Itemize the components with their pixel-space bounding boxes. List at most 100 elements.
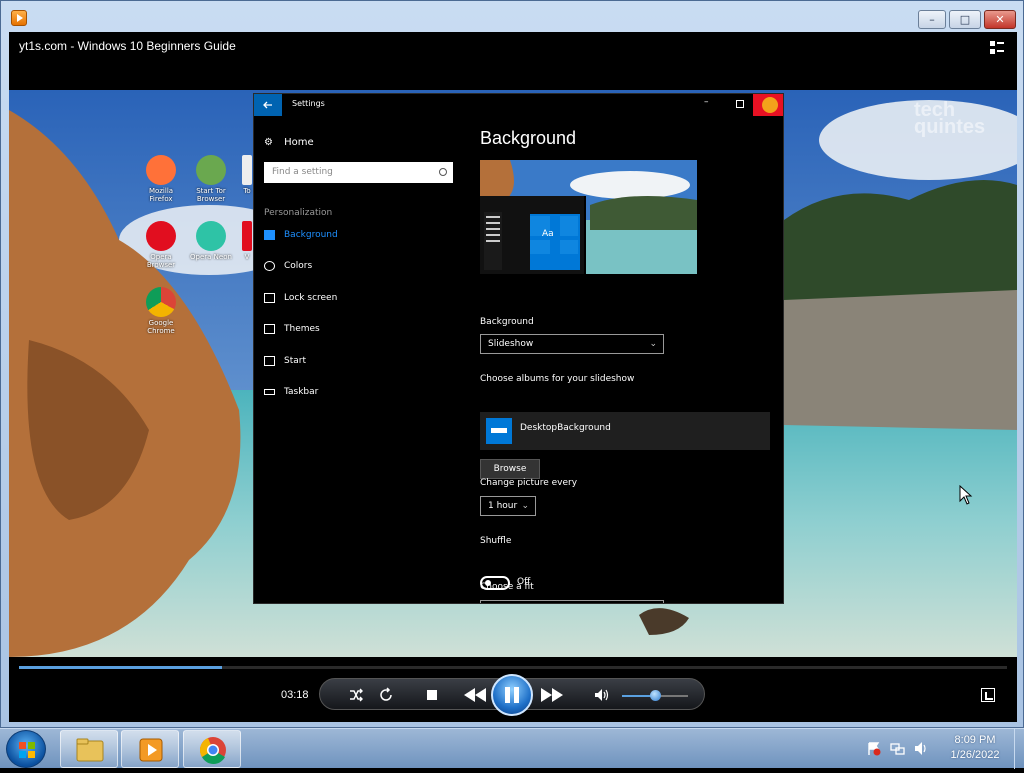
- background-preview: [480, 160, 697, 274]
- clock-date: 1/26/2022: [950, 749, 1000, 761]
- background-dropdown[interactable]: Slideshow ⌄: [480, 334, 664, 354]
- volume-icon[interactable]: [914, 741, 929, 756]
- switch-to-library-icon[interactable]: [989, 40, 1005, 56]
- nav-item-label: Taskbar: [284, 387, 319, 397]
- elapsed-time: 03:18: [281, 689, 309, 701]
- back-button[interactable]: [254, 94, 282, 116]
- nav-item-label: Lock screen: [284, 293, 338, 303]
- media-player-icon: [139, 738, 163, 762]
- desktop-icon[interactable]: Google Chrome: [139, 287, 183, 335]
- fullscreen-button[interactable]: [981, 688, 995, 702]
- network-icon[interactable]: [890, 741, 905, 756]
- chevron-down-icon: ⌄: [521, 501, 529, 511]
- video-title: yt1s.com - Windows 10 Beginners Guide: [19, 39, 236, 53]
- next-button[interactable]: [535, 679, 569, 711]
- windows-explorer-icon: [76, 738, 104, 762]
- shuffle-button[interactable]: [344, 679, 368, 711]
- cursor-highlight-icon: [762, 97, 778, 113]
- back-arrow-icon: [263, 101, 272, 109]
- start-icon: [264, 356, 275, 366]
- search-input[interactable]: Find a setting: [264, 162, 453, 183]
- desktop-icon-label: Start Tor Browser: [196, 187, 226, 203]
- maximize-button[interactable]: □: [949, 10, 981, 29]
- opera-neon-icon: [196, 221, 226, 251]
- volume-thumb[interactable]: [650, 690, 661, 701]
- stop-button[interactable]: [420, 679, 444, 711]
- nav-item-label: Start: [284, 356, 306, 366]
- nav-item-themes[interactable]: Themes: [264, 320, 464, 338]
- close-button[interactable]: ✕: [984, 10, 1016, 29]
- play-pause-button[interactable]: [491, 674, 533, 716]
- action-center-flag-icon[interactable]: [866, 741, 881, 756]
- nav-item-taskbar[interactable]: Taskbar: [264, 383, 464, 401]
- desktop-icon[interactable]: Opera Neon: [189, 221, 233, 261]
- repeat-icon: [380, 687, 392, 701]
- video-area[interactable]: yt1s.com - Windows 10 Beginners Guide Mo…: [9, 32, 1017, 722]
- settings-maximize-button[interactable]: [736, 100, 744, 108]
- windows-logo-icon: [19, 742, 35, 758]
- fast-forward-icon: [541, 688, 563, 702]
- window-titlebar[interactable]: – □ ✕: [1, 1, 1023, 33]
- home-nav-item[interactable]: ⚙ Home: [264, 137, 314, 148]
- chrome-icon: [199, 737, 226, 764]
- system-tray: [866, 737, 938, 761]
- search-icon: [439, 168, 447, 176]
- album-item[interactable]: DesktopBackground: [480, 412, 770, 450]
- folder-icon: [486, 418, 512, 444]
- start-button[interactable]: [6, 730, 46, 768]
- nav-item-lock-screen[interactable]: Lock screen: [264, 289, 464, 307]
- nav-item-start[interactable]: Start: [264, 352, 464, 370]
- monitor-icon: [264, 293, 275, 303]
- channel-watermark: tech quintes: [914, 99, 986, 138]
- settings-content: Background Aa Background Slideshow ⌄ Cho…: [480, 116, 780, 603]
- search-placeholder: Find a setting: [272, 167, 333, 177]
- preview-tile-text: Aa: [542, 229, 554, 239]
- seek-bar-fill: [19, 666, 222, 669]
- vivaldi-icon: [242, 221, 252, 251]
- taskbar-media-player[interactable]: [121, 730, 179, 768]
- background-label: Background: [480, 317, 534, 327]
- video-frame: Mozilla Firefox Start Tor Browser To Ope…: [9, 90, 1017, 657]
- rewind-icon: [464, 688, 486, 702]
- interval-dropdown-value: 1 hour: [488, 501, 518, 511]
- desktop-icon[interactable]: Opera Browser: [139, 221, 183, 269]
- opera-icon: [146, 221, 176, 251]
- settings-window: Settings – ⚙ Home Find a setting Persona…: [253, 93, 784, 604]
- repeat-button[interactable]: [374, 679, 398, 711]
- nav-item-background[interactable]: Background: [264, 226, 464, 244]
- nav-item-label: Background: [284, 230, 338, 240]
- desktop-icon-label: Opera Browser: [146, 253, 176, 269]
- taskbar-windows-explorer[interactable]: [60, 730, 118, 768]
- album-name: DesktopBackground: [520, 423, 611, 433]
- interval-dropdown[interactable]: 1 hour ⌄: [480, 496, 536, 516]
- taskbar-chrome[interactable]: [183, 730, 241, 768]
- firefox-icon: [146, 155, 176, 185]
- desktop-icon[interactable]: Mozilla Firefox: [139, 155, 183, 203]
- settings-nav: ⚙ Home Find a setting Personalization Ba…: [254, 116, 474, 603]
- shuffle-label: Shuffle: [480, 536, 512, 546]
- desktop-icon-label: Google Chrome: [147, 319, 175, 335]
- albums-label: Choose albums for your slideshow: [480, 374, 635, 384]
- show-desktop-button[interactable]: [1014, 729, 1024, 769]
- media-player-icon: [11, 10, 27, 26]
- previous-button[interactable]: [458, 679, 492, 711]
- mouse-pointer-icon: [959, 485, 973, 505]
- speaker-icon: [595, 689, 609, 701]
- mute-button[interactable]: [590, 679, 614, 711]
- seek-bar[interactable]: [19, 666, 1007, 669]
- shuffle-icon: [350, 688, 363, 702]
- change-picture-label: Change picture every: [480, 478, 578, 488]
- category-heading: Personalization: [264, 208, 333, 218]
- browse-button[interactable]: Browse: [480, 459, 540, 479]
- background-dropdown-value: Slideshow: [488, 339, 534, 349]
- volume-slider[interactable]: [622, 690, 688, 701]
- fit-dropdown[interactable]: [480, 600, 664, 603]
- settings-minimize-button[interactable]: –: [704, 97, 709, 107]
- desktop-icon[interactable]: Start Tor Browser: [189, 155, 233, 203]
- settings-close-button[interactable]: [753, 94, 783, 116]
- taskbar-clock[interactable]: 8:09 PM 1/26/2022: [940, 733, 1010, 763]
- minimize-button[interactable]: –: [918, 10, 946, 29]
- gear-icon: ⚙: [264, 137, 273, 148]
- image-icon: [264, 230, 275, 240]
- nav-item-colors[interactable]: Colors: [264, 257, 464, 275]
